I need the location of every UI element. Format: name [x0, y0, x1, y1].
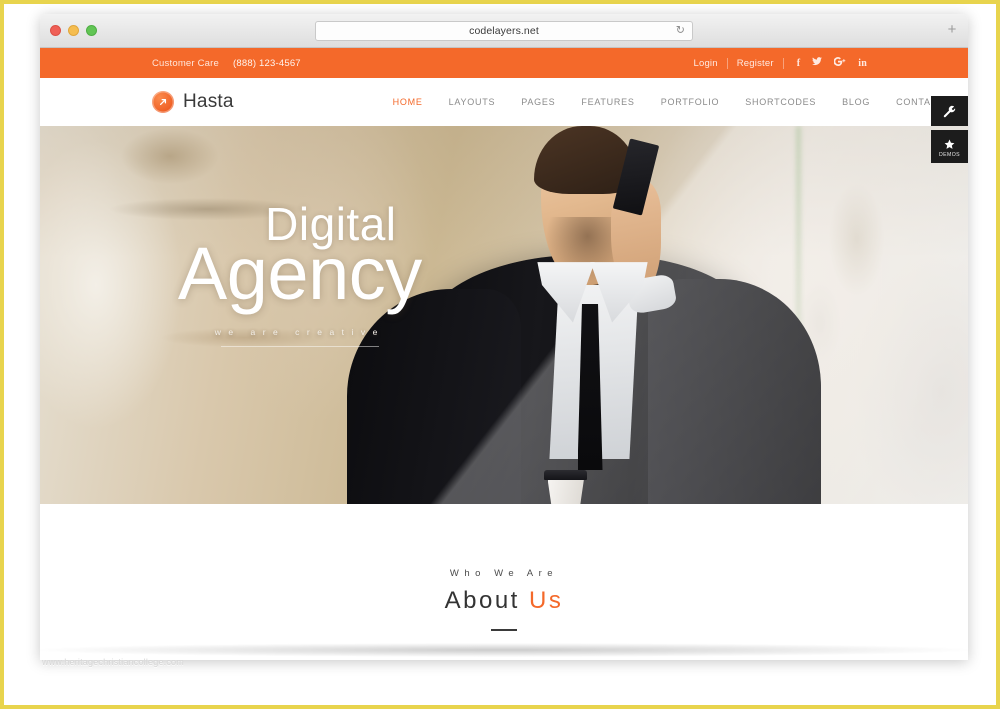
hero-section: Digital Agency We are creative [40, 126, 968, 504]
nav-item-layouts[interactable]: LAYOUTS [436, 97, 509, 107]
reload-icon[interactable]: ↻ [676, 25, 685, 36]
utility-topbar: Customer Care (888) 123-4567 Login Regis… [40, 48, 968, 78]
twitter-icon[interactable] [807, 57, 827, 69]
facebook-icon[interactable]: f [792, 58, 806, 69]
traffic-lights [50, 25, 97, 36]
phone-number[interactable]: (888) 123-4567 [233, 58, 301, 69]
watermark-text: www.heritagechristiancollege.com [42, 657, 184, 667]
side-tool-panel: DEMOS [931, 96, 968, 163]
arrow-circle-icon [152, 91, 174, 113]
about-section: Who We Are About Us [40, 504, 968, 660]
brand-name: Hasta [183, 91, 234, 112]
main-navbar: Hasta HOME LAYOUTS PAGES FEATURES PORTFO… [40, 78, 968, 126]
about-kicker: Who We Are [449, 568, 559, 579]
minimize-window-button[interactable] [68, 25, 79, 36]
theme-settings-button[interactable] [931, 96, 968, 126]
new-tab-button[interactable]: + [944, 22, 960, 39]
linkedin-icon[interactable]: in [853, 58, 872, 69]
about-title: About Us [445, 587, 564, 615]
browser-window: codelayers.net ↻ + Customer Care (888) 1… [40, 14, 968, 660]
nav-item-portfolio[interactable]: PORTFOLIO [648, 97, 733, 107]
star-icon [944, 139, 955, 150]
nav-item-blog[interactable]: BLOG [829, 97, 883, 107]
url-text: codelayers.net [469, 24, 539, 37]
cup-lid [544, 469, 588, 481]
wrench-icon [943, 105, 956, 118]
contact-info: Customer Care (888) 123-4567 [152, 58, 301, 69]
nav-item-pages[interactable]: PAGES [508, 97, 568, 107]
demos-label: DEMOS [938, 151, 961, 158]
coffee-cup-prop [544, 469, 588, 504]
customer-care-label: Customer Care [152, 57, 220, 69]
cup-body [547, 478, 584, 504]
account-links: Login Register f in [684, 57, 950, 69]
about-divider [491, 629, 517, 631]
close-window-button[interactable] [50, 25, 61, 36]
nav-item-home[interactable]: HOME [380, 97, 436, 107]
address-bar[interactable]: codelayers.net ↻ [315, 20, 693, 41]
site-logo[interactable]: Hasta [152, 91, 234, 113]
nav-item-shortcodes[interactable]: SHORTCODES [732, 97, 829, 107]
google-plus-icon[interactable] [829, 57, 851, 69]
nav-item-features[interactable]: FEATURES [568, 97, 647, 107]
browser-chrome: codelayers.net ↻ + [40, 14, 968, 48]
demos-button[interactable]: DEMOS [931, 130, 968, 163]
register-link[interactable]: Register [728, 58, 783, 69]
window-drop-shadow [40, 643, 968, 657]
primary-navigation: HOME LAYOUTS PAGES FEATURES PORTFOLIO SH… [380, 97, 958, 107]
social-links: f in [784, 57, 872, 69]
maximize-window-button[interactable] [86, 25, 97, 36]
website-viewport: Customer Care (888) 123-4567 Login Regis… [40, 48, 968, 660]
about-title-main: About [444, 587, 530, 614]
about-title-accent: Us [529, 587, 564, 614]
login-link[interactable]: Login [684, 58, 726, 69]
hero-businessman-photo [346, 126, 822, 504]
